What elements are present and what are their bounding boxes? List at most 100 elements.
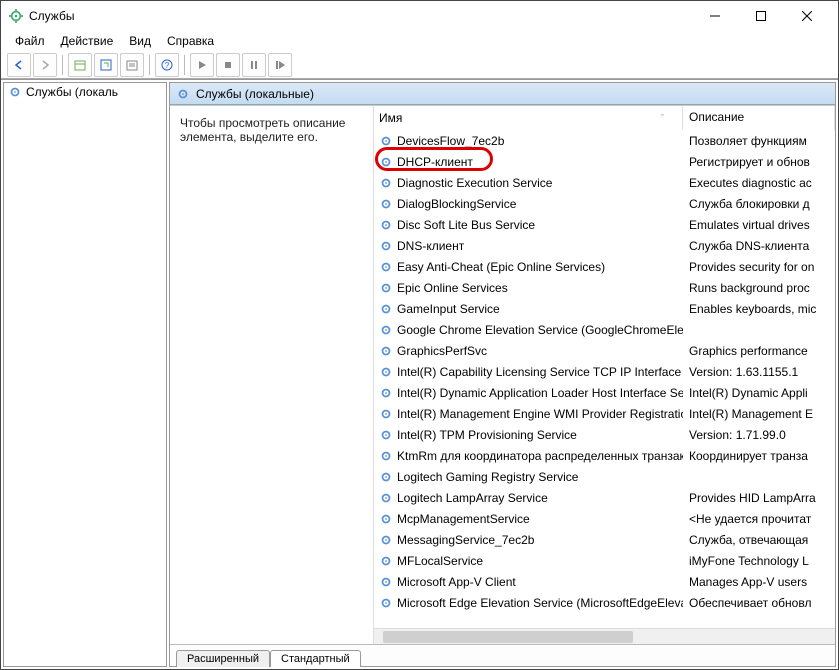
- menu-action[interactable]: Действие: [53, 32, 122, 50]
- service-description: Позволяет функциям: [689, 134, 807, 148]
- service-rows: DevicesFlow_7ec2bПозволяет функциямDHCP-…: [373, 130, 835, 613]
- service-name: Easy Anti-Cheat (Epic Online Services): [397, 260, 605, 274]
- gear-icon: [379, 155, 393, 169]
- service-name: Intel(R) TPM Provisioning Service: [397, 428, 577, 442]
- gear-icon: [379, 218, 393, 232]
- export-button[interactable]: [120, 53, 144, 77]
- service-row[interactable]: Logitech Gaming Registry Service: [373, 466, 835, 487]
- service-row[interactable]: Disc Soft Lite Bus Service Emulates virtu…: [373, 214, 835, 235]
- service-row[interactable]: Easy Anti-Cheat (Epic Online Services) Pr…: [373, 256, 835, 277]
- service-description: Служба блокировки д: [689, 197, 810, 211]
- menu-help[interactable]: Справка: [159, 32, 222, 50]
- tab-extended[interactable]: Расширенный: [176, 650, 270, 667]
- service-description: Служба, отвечающая: [689, 533, 808, 547]
- service-row[interactable]: Intel(R) TPM Provisioning ServiceVersion…: [373, 424, 835, 445]
- service-description: Runs background proc: [689, 281, 810, 295]
- service-description: Enables keyboards, mic: [689, 302, 816, 316]
- gear-icon: [379, 491, 393, 505]
- close-button[interactable]: [784, 1, 830, 31]
- column-description[interactable]: Описание: [683, 106, 835, 130]
- service-name: Epic Online Services: [397, 281, 508, 295]
- service-row[interactable]: DevicesFlow_7ec2bПозволяет функциям: [373, 130, 835, 151]
- gear-icon: [379, 344, 393, 358]
- service-row[interactable]: MessagingService_7ec2bСлужба, отвечающая: [373, 529, 835, 550]
- content-header-title: Службы (локальные): [196, 87, 314, 101]
- gear-icon: [379, 533, 393, 547]
- minimize-button[interactable]: [692, 1, 738, 31]
- service-description: Координирует транза: [689, 449, 808, 463]
- service-row[interactable]: Intel(R) Capability Licensing Service TC…: [373, 361, 835, 382]
- service-row[interactable]: DNS-клиентСлужба DNS-клиента: [373, 235, 835, 256]
- window-title: Службы: [29, 9, 692, 23]
- service-name: DNS-клиент: [397, 239, 464, 253]
- service-description: Provides security for on: [689, 260, 814, 274]
- service-row[interactable]: KtmRm для координатора распределенных тр…: [373, 445, 835, 466]
- sort-indicator-icon: ˆ: [661, 113, 664, 123]
- show-hide-button[interactable]: [68, 53, 92, 77]
- stop-button[interactable]: [216, 53, 240, 77]
- service-name: Logitech Gaming Registry Service: [397, 470, 578, 484]
- service-row[interactable]: Google Chrome Elevation Service (GoogleC…: [373, 319, 835, 340]
- service-description: Intel(R) Management E: [689, 407, 813, 421]
- service-name: DHCP-клиент: [397, 155, 473, 169]
- toolbar: ?: [1, 51, 838, 79]
- back-button[interactable]: [7, 53, 31, 77]
- column-name[interactable]: Имя ˆ: [373, 106, 683, 130]
- forward-button[interactable]: [33, 53, 57, 77]
- content-body: Чтобы просмотреть описание элемента, выд…: [170, 105, 835, 644]
- service-row[interactable]: Microsoft Edge Elevation Service (Micros…: [373, 592, 835, 613]
- content-pane: Службы (локальные) Чтобы просмотреть опи…: [169, 82, 836, 667]
- service-row[interactable]: DialogBlockingServiceСлужба блокировки д: [373, 193, 835, 214]
- service-name: GameInput Service: [397, 302, 500, 316]
- service-row[interactable]: GraphicsPerfSvcGraphics performance: [373, 340, 835, 361]
- title-bar: Службы: [1, 1, 838, 31]
- menu-file[interactable]: Файл: [7, 32, 53, 50]
- service-row[interactable]: Intel(R) Dynamic Application Loader Host…: [373, 382, 835, 403]
- scrollbar-thumb[interactable]: [383, 631, 633, 643]
- service-name: Disc Soft Lite Bus Service: [397, 218, 535, 232]
- gear-icon: [379, 176, 393, 190]
- service-row[interactable]: MFLocalServiceiMyFone Technology L: [373, 550, 835, 571]
- service-row[interactable]: Logitech LampArray Service Provides HID L…: [373, 487, 835, 508]
- bottom-tabs: Расширенный Стандартный: [170, 644, 835, 666]
- window-controls: [692, 1, 830, 31]
- service-row[interactable]: Epic Online Services Runs background proc: [373, 277, 835, 298]
- service-name: Microsoft App-V Client: [397, 575, 516, 589]
- service-description: Provides HID LampArra: [689, 491, 816, 505]
- tree-pane[interactable]: Службы (локаль: [3, 82, 167, 667]
- gear-icon: [379, 470, 393, 484]
- horizontal-scrollbar[interactable]: [373, 628, 835, 644]
- service-description: Emulates virtual drives: [689, 218, 810, 232]
- service-description: iMyFone Technology L: [689, 554, 809, 568]
- service-name: GraphicsPerfSvc: [397, 344, 487, 358]
- help-button[interactable]: ?: [155, 53, 179, 77]
- menu-bar: Файл Действие Вид Справка: [1, 31, 838, 51]
- service-description: Регистрирует и обнов: [689, 155, 810, 169]
- maximize-button[interactable]: [738, 1, 784, 31]
- service-name: Logitech LampArray Service: [397, 491, 548, 505]
- service-name: Microsoft Edge Elevation Service (Micros…: [397, 596, 683, 610]
- tree-root-label: Службы (локаль: [26, 85, 118, 99]
- service-name: Intel(R) Dynamic Application Loader Host…: [397, 386, 683, 400]
- gear-icon: [379, 428, 393, 442]
- tree-root-services[interactable]: Службы (локаль: [4, 83, 166, 101]
- refresh-button[interactable]: [94, 53, 118, 77]
- service-row[interactable]: Diagnostic Execution ServiceExecutes dia…: [373, 172, 835, 193]
- service-row[interactable]: Microsoft App-V ClientManages App-V user…: [373, 571, 835, 592]
- menu-view[interactable]: Вид: [121, 32, 159, 50]
- tab-standard[interactable]: Стандартный: [270, 650, 361, 667]
- service-row[interactable]: Intel(R) Management Engine WMI Provider …: [373, 403, 835, 424]
- service-name: McpManagementService: [397, 512, 530, 526]
- service-description: <Не удается прочитат: [689, 512, 811, 526]
- service-row[interactable]: McpManagementService <Не удается прочитат: [373, 508, 835, 529]
- service-list[interactable]: Имя ˆ Описание DevicesFlow_7ec2bПозволяе…: [373, 106, 835, 644]
- restart-button[interactable]: [268, 53, 292, 77]
- service-row[interactable]: GameInput Service Enables keyboards, mic: [373, 298, 835, 319]
- service-description: Executes diagnostic ac: [689, 176, 812, 190]
- service-row[interactable]: DHCP-клиент Регистрирует и обнов: [373, 151, 835, 172]
- svg-text:?: ?: [165, 61, 170, 70]
- start-button[interactable]: [190, 53, 214, 77]
- service-description: Version: 1.63.1155.1: [689, 365, 798, 379]
- gear-icon: [379, 407, 393, 421]
- pause-button[interactable]: [242, 53, 266, 77]
